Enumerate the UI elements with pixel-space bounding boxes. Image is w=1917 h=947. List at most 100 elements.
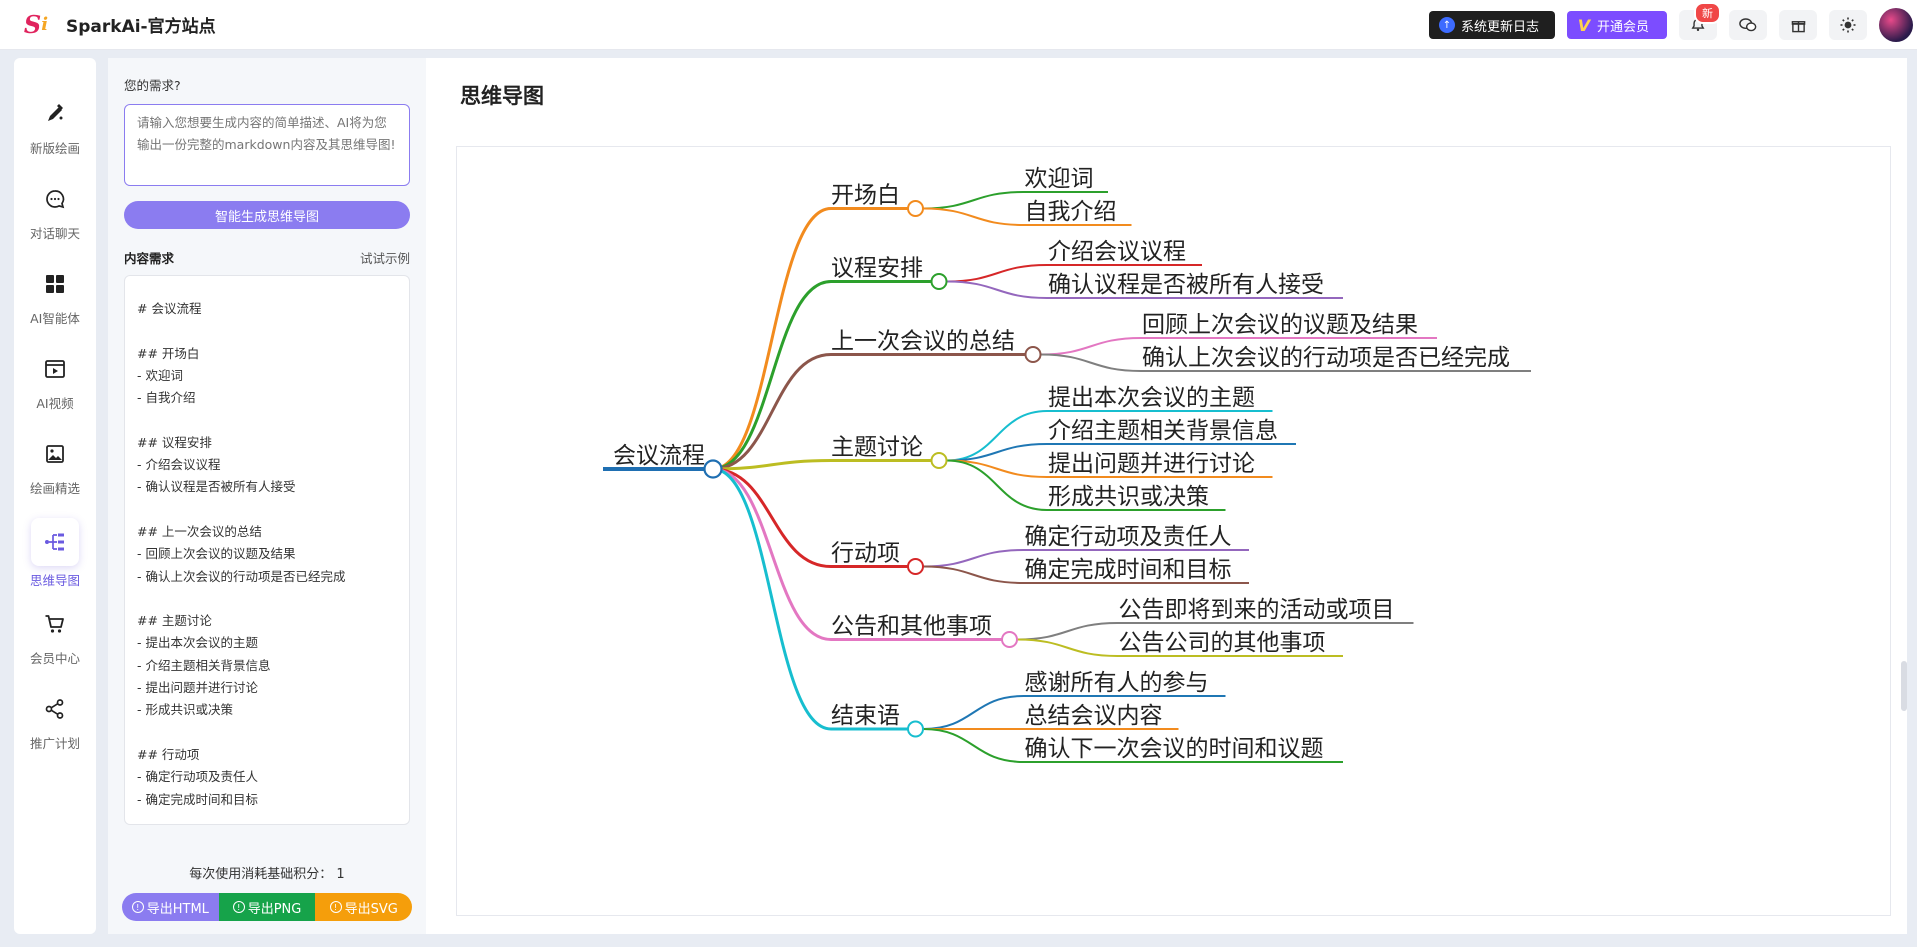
leaf-node-label[interactable]: 提出本次会议的主题 bbox=[1048, 385, 1255, 411]
info-icon: ! bbox=[131, 901, 144, 913]
info-icon: ! bbox=[232, 901, 245, 913]
nav-label: AI智能体 bbox=[30, 310, 80, 326]
leaf-link bbox=[923, 191, 1024, 210]
nav-label: 推广计划 bbox=[29, 735, 80, 751]
wechat-icon bbox=[1739, 18, 1757, 32]
nav-label: AI视频 bbox=[36, 395, 74, 411]
leaf-link bbox=[946, 280, 1048, 299]
leaf-node-label[interactable]: 提出问题并进行讨论 bbox=[1048, 451, 1255, 477]
branch-link bbox=[712, 467, 832, 641]
branch-node-circle[interactable] bbox=[907, 200, 924, 217]
leaf-link bbox=[1017, 622, 1118, 641]
arrow-up-circle-icon: ↑ bbox=[1439, 17, 1455, 33]
leaf-link bbox=[923, 207, 1024, 226]
leaf-link bbox=[923, 695, 1024, 730]
leaf-node-label[interactable]: 自我介绍 bbox=[1025, 199, 1117, 225]
branch-node-circle[interactable] bbox=[907, 558, 924, 575]
changelog-button[interactable]: ↑ 系统更新日志 bbox=[1429, 11, 1555, 39]
chat-bubble-icon bbox=[41, 185, 69, 213]
leaf-node-label[interactable]: 介绍会议议程 bbox=[1048, 239, 1186, 265]
leaf-node-label[interactable]: 公告公司的其他事项 bbox=[1119, 630, 1326, 656]
nav-label: 对话聊天 bbox=[29, 225, 80, 241]
mindmap-canvas[interactable]: 开场白 欢迎词自我介绍议程安排 介绍会议议程确认议程是否被所有人接受上一次会议的总结… bbox=[456, 146, 1891, 916]
grid-apps-icon bbox=[41, 270, 69, 298]
leaf-node-label[interactable]: 确认议程是否被所有人接受 bbox=[1048, 272, 1324, 298]
nav-label: 会员中心 bbox=[29, 650, 80, 666]
gift-button[interactable] bbox=[1779, 10, 1817, 40]
content-title: 内容需求 bbox=[124, 251, 175, 266]
nav-label: 新版绘画 bbox=[29, 140, 80, 156]
generate-mindmap-button[interactable]: 智能生成思维导图 bbox=[124, 201, 410, 229]
export-buttons: ! 导出HTML ! 导出PNG ! 导出SVG bbox=[122, 893, 412, 921]
mindmap-input-panel: 您的需求? 智能生成思维导图 内容需求 试试示例 # 会议流程 ## 开场白 -… bbox=[108, 58, 426, 934]
export-html-button[interactable]: ! 导出HTML bbox=[122, 893, 219, 921]
leaf-link bbox=[923, 565, 1024, 584]
user-avatar[interactable] bbox=[1879, 8, 1913, 42]
leaf-node-label[interactable]: 形成共识或决策 bbox=[1048, 484, 1209, 510]
nav-item-video[interactable]: AI视频 bbox=[14, 343, 96, 423]
nav-item-new-drawing[interactable]: 新版绘画 bbox=[14, 88, 96, 168]
branch-node-label[interactable]: 上一次会议的总结 bbox=[831, 329, 1015, 355]
leaf-link bbox=[1040, 353, 1142, 372]
branch-node-circle[interactable] bbox=[930, 273, 948, 290]
info-icon: ! bbox=[329, 901, 342, 913]
page-title: 思维导图 bbox=[460, 84, 544, 108]
leaf-node-label[interactable]: 感谢所有人的参与 bbox=[1025, 670, 1209, 696]
app-title: SparkAi-官方站点 bbox=[66, 17, 216, 37]
main-content: 思维导图 开场白 欢迎词自我介绍议程安排 介绍会议议程确认议程是否被所有人接受上一次… bbox=[426, 58, 1907, 934]
wechat-button[interactable] bbox=[1729, 10, 1767, 40]
branch-node-label[interactable]: 议程安排 bbox=[831, 256, 923, 282]
branch-node-label[interactable]: 开场白 bbox=[831, 183, 900, 209]
leaf-node-label[interactable]: 公告即将到来的活动或项目 bbox=[1119, 597, 1395, 623]
branch-node-label[interactable]: 行动项 bbox=[831, 541, 900, 567]
export-png-button[interactable]: ! 导出PNG bbox=[218, 893, 316, 921]
branch-node-label[interactable]: 结束语 bbox=[831, 703, 900, 729]
root-node-label[interactable]: 会议流程 bbox=[613, 443, 705, 469]
branch-link bbox=[712, 467, 832, 731]
leaf-node-label[interactable]: 确定完成时间和目标 bbox=[1025, 557, 1232, 583]
image-gallery-icon bbox=[41, 440, 69, 468]
leaf-node-label[interactable]: 欢迎词 bbox=[1025, 166, 1094, 192]
nav-item-chat[interactable]: 对话聊天 bbox=[14, 173, 96, 253]
video-frame-icon bbox=[41, 355, 69, 383]
branch-node-circle[interactable] bbox=[1024, 346, 1042, 363]
mindmap-icon bbox=[31, 517, 79, 566]
scrollbar-handle[interactable] bbox=[1901, 661, 1907, 711]
nav-item-agents[interactable]: AI智能体 bbox=[14, 258, 96, 338]
branch-link bbox=[712, 280, 832, 471]
share-icon bbox=[41, 695, 69, 723]
nav-item-gallery[interactable]: 绘画精选 bbox=[14, 428, 96, 508]
branch-node-circle[interactable] bbox=[907, 720, 924, 738]
try-example-link[interactable]: 试试示例 bbox=[360, 248, 410, 267]
need-label: 您的需求? bbox=[124, 78, 181, 93]
leaf-node-label[interactable]: 确定行动项及责任人 bbox=[1025, 524, 1232, 550]
branch-node-circle[interactable] bbox=[1001, 631, 1018, 648]
nav-item-mindmap[interactable]: 思维导图 bbox=[14, 513, 96, 593]
vip-label: 开通会员 bbox=[1597, 19, 1650, 35]
leaf-node-label[interactable]: 总结会议内容 bbox=[1025, 703, 1163, 729]
leaf-node-label[interactable]: 介绍主题相关背景信息 bbox=[1048, 418, 1278, 444]
export-svg-button[interactable]: ! 导出SVG bbox=[315, 893, 412, 921]
root-node-circle[interactable] bbox=[703, 459, 723, 479]
leaf-node-label[interactable]: 回顾上次会议的议题及结果 bbox=[1142, 312, 1418, 338]
vip-v-icon: V bbox=[1577, 15, 1591, 35]
notification-button[interactable]: 新 bbox=[1679, 2, 1721, 40]
leaf-node-label[interactable]: 确认上次会议的行动项是否已经完成 bbox=[1142, 345, 1510, 371]
vip-button[interactable]: V 开通会员 bbox=[1567, 11, 1667, 39]
branch-node-label[interactable]: 公告和其他事项 bbox=[831, 614, 992, 640]
markdown-editor[interactable]: # 会议流程 ## 开场白 - 欢迎词 - 自我介绍 ## 议程安排 - 介绍会… bbox=[124, 275, 410, 825]
nav-item-promotion[interactable]: 推广计划 bbox=[14, 683, 96, 763]
branch-node-label[interactable]: 主题讨论 bbox=[831, 435, 923, 461]
sun-icon bbox=[1840, 17, 1856, 33]
leaf-link bbox=[946, 264, 1048, 283]
leaf-node-label[interactable]: 确认下一次会议的时间和议题 bbox=[1025, 736, 1324, 762]
branch-node-circle[interactable] bbox=[930, 452, 948, 469]
theme-toggle-button[interactable] bbox=[1829, 10, 1867, 40]
leaf-link bbox=[923, 549, 1024, 568]
leaf-link bbox=[1017, 638, 1118, 657]
sparkai-logo[interactable]: Si bbox=[20, 9, 52, 41]
prompt-input[interactable] bbox=[124, 104, 410, 186]
mindmap-svg[interactable]: 开场白 欢迎词自我介绍议程安排 介绍会议议程确认议程是否被所有人接受上一次会议的总结… bbox=[457, 147, 1892, 917]
pen-brush-icon bbox=[41, 100, 69, 128]
nav-item-membership[interactable]: 会员中心 bbox=[14, 598, 96, 678]
